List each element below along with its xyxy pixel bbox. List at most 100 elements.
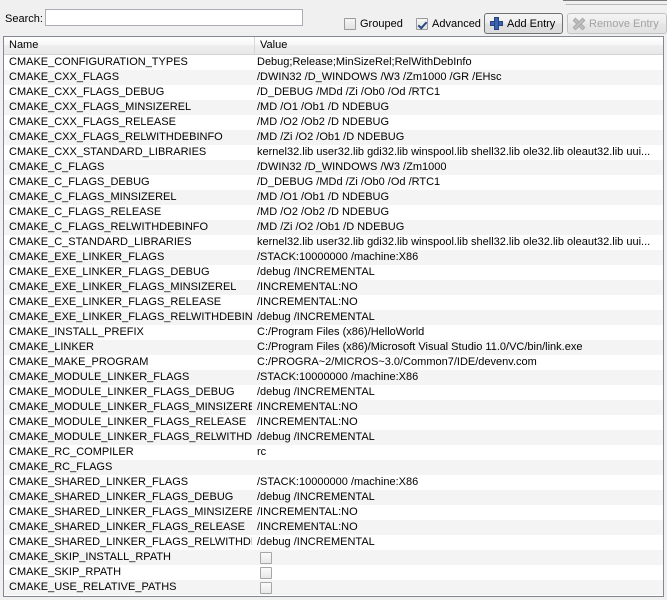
cell-entry-name: CMAKE_C_FLAGS_RELWITHDEBINFO [9, 221, 209, 233]
cell-entry-name: CMAKE_RC_COMPILER [9, 446, 134, 458]
table-row[interactable]: CMAKE_MAKE_PROGRAM C:/PROGRA~2/MICROS~3.0… [4, 355, 663, 370]
cell-entry-value[interactable]: /INCREMENTAL:NO [254, 280, 662, 295]
advanced-checkbox-label: Advanced [432, 18, 481, 30]
cell-entry-value[interactable]: /MD /O2 /Ob2 /D NDEBUG [254, 205, 662, 220]
table-row[interactable]: CMAKE_CXX_FLAGS_RELWITHDEBINFO/MD /Zi /O… [4, 130, 663, 145]
cell-entry-checkbox[interactable] [260, 552, 272, 564]
column-header-name[interactable]: Name [4, 37, 254, 54]
cell-entry-value[interactable]: /debug /INCREMENTAL [254, 265, 662, 280]
table-row[interactable]: CMAKE_EXE_LINKER_FLAGS /STACK:10000000 /… [4, 250, 663, 265]
table-row[interactable]: CMAKE_LINKER C:/Program Files (x86)/Micro… [4, 340, 663, 355]
table-row[interactable]: CMAKE_MODULE_LINKER_FLAGS /STACK:1000000… [4, 370, 663, 385]
table-row[interactable]: CMAKE_CXX_FLAGS_DEBUG/D_DEBUG /MDd /Zi /… [4, 85, 663, 100]
table-row[interactable]: CMAKE_C_FLAGS_DEBUG/D_DEBUG /MDd /Zi /Ob… [4, 175, 663, 190]
cell-entry-value[interactable]: rc [254, 445, 662, 460]
add-entry-button[interactable]: Add Entry [484, 13, 564, 34]
cell-entry-value[interactable]: kernel32.lib user32.lib gdi32.lib winspo… [254, 145, 662, 160]
table-row[interactable]: CMAKE_CXX_FLAGS /DWIN32 /D_WINDOWS /W3 /… [4, 70, 663, 85]
cell-entry-value[interactable]: /STACK:10000000 /machine:X86 [254, 250, 662, 265]
cell-entry-name: CMAKE_MODULE_LINKER_FLAGS_RELEASE [9, 416, 247, 428]
cell-entry-value[interactable]: /debug /INCREMENTAL [254, 430, 662, 445]
cell-entry-value[interactable]: /MD /O1 /Ob1 /D NDEBUG [254, 100, 662, 115]
cell-entry-value[interactable]: /MD /O1 /Ob1 /D NDEBUG [254, 190, 662, 205]
grouped-checkbox-box[interactable] [344, 18, 356, 30]
table-row[interactable]: CMAKE_SHARED_LINKER_FLAGS /STACK:1000000… [4, 475, 663, 490]
cell-entry-name: CMAKE_CXX_FLAGS_RELWITHDEBINFO [9, 131, 223, 143]
cell-entry-name: CMAKE_C_FLAGS_MINSIZEREL [9, 191, 177, 203]
cell-entry-value[interactable]: /INCREMENTAL:NO [254, 520, 662, 535]
table-row[interactable]: CMAKE_MODULE_LINKER_FLAGS_MINSIZEREL/INC… [4, 400, 663, 415]
cell-entry-value[interactable]: /debug /INCREMENTAL [254, 385, 662, 400]
table-row[interactable]: CMAKE_SHARED_LINKER_FLAGS_MINSIZEREL/INC… [4, 505, 663, 520]
table-row[interactable]: CMAKE_C_FLAGS_RELEASE/MD /O2 /Ob2 /D NDE… [4, 205, 663, 220]
cache-entries-table: Name Value CMAKE_CONFIGURATION_TYPES Debu… [3, 36, 664, 597]
close-x-icon [572, 17, 586, 30]
cell-entry-value[interactable]: C:/Program Files (x86)/HelloWorld [254, 325, 662, 340]
cell-entry-value[interactable]: /debug /INCREMENTAL [254, 490, 662, 505]
cell-entry-value[interactable]: /INCREMENTAL:NO [254, 295, 662, 310]
table-row[interactable]: CMAKE_MODULE_LINKER_FLAGS_DEBUG/debug /I… [4, 385, 663, 400]
cell-entry-value[interactable]: /D_DEBUG /MDd /Zi /Ob0 /Od /RTC1 [254, 85, 662, 100]
table-row[interactable]: CMAKE_C_FLAGS_MINSIZEREL/MD /O1 /Ob1 /D … [4, 190, 663, 205]
toolbar: Search: Grouped Advanced Add Entry Remov… [0, 5, 667, 34]
table-row[interactable]: CMAKE_EXE_LINKER_FLAGS_MINSIZEREL/INCREM… [4, 280, 663, 295]
table-row[interactable]: CMAKE_VERBOSE_MAKEFILE [4, 595, 663, 596]
cell-entry-value[interactable]: /DWIN32 /D_WINDOWS /W3 /Zm1000 [254, 160, 662, 175]
table-row[interactable]: CMAKE_SHARED_LINKER_FLAGS_DEBUG/debug /I… [4, 490, 663, 505]
cell-entry-name: CMAKE_SKIP_RPATH [9, 566, 122, 578]
grouped-checkbox[interactable]: Grouped [344, 16, 403, 32]
search-input[interactable] [45, 9, 303, 26]
table-row[interactable]: CMAKE_CXX_FLAGS_MINSIZEREL/MD /O1 /Ob1 /… [4, 100, 663, 115]
table-row[interactable]: CMAKE_SKIP_RPATH [4, 565, 663, 580]
cell-entry-name: CMAKE_MAKE_PROGRAM [9, 356, 149, 368]
cell-entry-value[interactable]: C:/PROGRA~2/MICROS~3.0/Common7/IDE/deven… [254, 355, 662, 370]
table-row[interactable]: CMAKE_SKIP_INSTALL_RPATH [4, 550, 663, 565]
cell-entry-value[interactable]: /MD /O2 /Ob2 /D NDEBUG [254, 115, 662, 130]
table-row[interactable]: CMAKE_CXX_STANDARD_LIBRARIES kernel32.lib… [4, 145, 663, 160]
cell-entry-value[interactable]: /MD /Zi /O2 /Ob1 /D NDEBUG [254, 220, 662, 235]
cell-entry-name: CMAKE_EXE_LINKER_FLAGS_MINSIZEREL [9, 281, 237, 293]
cell-entry-value[interactable]: /debug /INCREMENTAL [254, 310, 662, 325]
remove-entry-button: Remove Entry [567, 13, 667, 34]
cell-entry-value[interactable]: /MD /Zi /O2 /Ob1 /D NDEBUG [254, 130, 662, 145]
table-row[interactable]: CMAKE_C_FLAGS /DWIN32 /D_WINDOWS /W3 /Zm… [4, 160, 663, 175]
cell-entry-value[interactable]: /debug /INCREMENTAL [254, 535, 662, 550]
table-row[interactable]: CMAKE_C_STANDARD_LIBRARIES kernel32.lib u… [4, 235, 663, 250]
table-row[interactable]: CMAKE_CXX_FLAGS_RELEASE/MD /O2 /Ob2 /D N… [4, 115, 663, 130]
cell-entry-name: CMAKE_EXE_LINKER_FLAGS_DEBUG [9, 266, 210, 278]
cell-entry-value[interactable]: /STACK:10000000 /machine:X86 [254, 370, 662, 385]
column-header-value[interactable]: Value [254, 37, 663, 54]
table-row[interactable]: CMAKE_EXE_LINKER_FLAGS_DEBUG/debug /INCR… [4, 265, 663, 280]
cell-entry-name: CMAKE_VERBOSE_MAKEFILE [4, 595, 252, 596]
cell-entry-value[interactable]: /D_DEBUG /MDd /Zi /Ob0 /Od /RTC1 [254, 175, 662, 190]
table-row[interactable]: CMAKE_C_FLAGS_RELWITHDEBINFO/MD /Zi /O2 … [4, 220, 663, 235]
cell-entry-value[interactable]: /INCREMENTAL:NO [254, 415, 662, 430]
table-row[interactable]: CMAKE_CONFIGURATION_TYPES Debug;Release;M… [4, 55, 663, 70]
cell-entry-value[interactable]: Debug;Release;MinSizeRel;RelWithDebInfo [254, 55, 662, 70]
table-row[interactable]: CMAKE_RC_FLAGS [4, 460, 663, 475]
table-row[interactable]: CMAKE_MODULE_LINKER_FLAGS_RELEASE/INCREM… [4, 415, 663, 430]
table-row[interactable]: CMAKE_EXE_LINKER_FLAGS_RELEASE/INCREMENT… [4, 295, 663, 310]
cell-entry-value[interactable]: /INCREMENTAL:NO [254, 400, 662, 415]
cell-entry-name: CMAKE_SHARED_LINKER_FLAGS_MINSIZEREL [9, 506, 252, 518]
cell-entry-checkbox[interactable] [260, 582, 272, 594]
cell-entry-name: CMAKE_EXE_LINKER_FLAGS [9, 251, 165, 263]
cell-entry-value[interactable] [254, 460, 662, 475]
cell-entry-value[interactable]: C:/Program Files (x86)/Microsoft Visual … [254, 340, 662, 355]
table-row[interactable]: CMAKE_SHARED_LINKER_FLAGS_RELWITHDEB... /… [4, 535, 663, 550]
advanced-checkbox-box[interactable] [416, 18, 428, 30]
cell-entry-value[interactable]: kernel32.lib user32.lib gdi32.lib winspo… [254, 235, 662, 250]
table-row[interactable]: CMAKE_INSTALL_PREFIX C:/Program Files (x8… [4, 325, 663, 340]
advanced-checkbox[interactable]: Advanced [416, 16, 481, 32]
table-row[interactable]: CMAKE_MODULE_LINKER_FLAGS_RELWITHDE.../d… [4, 430, 663, 445]
table-row[interactable]: CMAKE_USE_RELATIVE_PATHS [4, 580, 663, 595]
table-row[interactable]: CMAKE_SHARED_LINKER_FLAGS_RELEASE/INCREM… [4, 520, 663, 535]
cell-entry-name: CMAKE_CONFIGURATION_TYPES [9, 56, 188, 68]
cell-entry-value[interactable]: /DWIN32 /D_WINDOWS /W3 /Zm1000 /GR /EHsc [254, 70, 662, 85]
cell-entry-value[interactable]: /INCREMENTAL:NO [254, 505, 662, 520]
table-row[interactable]: CMAKE_EXE_LINKER_FLAGS_RELWITHDEBINFO/de… [4, 310, 663, 325]
table-row[interactable]: CMAKE_RC_COMPILER rc [4, 445, 663, 460]
cell-entry-name: CMAKE_INSTALL_PREFIX [9, 326, 144, 338]
cell-entry-value[interactable]: /STACK:10000000 /machine:X86 [254, 475, 662, 490]
cell-entry-checkbox[interactable] [260, 567, 272, 579]
